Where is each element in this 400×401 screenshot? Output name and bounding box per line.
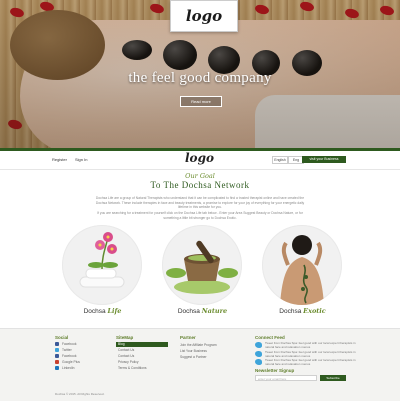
twitter-icon: [55, 348, 59, 352]
register-link[interactable]: Register: [52, 157, 67, 162]
footer-partner-title: Partner: [180, 335, 196, 340]
hero-logo[interactable]: logo: [170, 0, 238, 32]
sitemap-link[interactable]: Privacy Policy: [116, 360, 168, 365]
partner-link[interactable]: List Your Business: [180, 349, 207, 353]
subscribe-button[interactable]: Subscribe: [320, 375, 346, 381]
sitemap-link[interactable]: Contact Us: [116, 348, 168, 353]
intro-paragraph: If you are searching for a treatment for…: [97, 211, 303, 220]
footer-connect-title: Connect Feed: [255, 335, 285, 340]
feature-exotic-image[interactable]: [262, 225, 342, 305]
visit-business-button[interactable]: visit your Business: [302, 156, 346, 163]
feature-exotic-label[interactable]: Dochsa Exotic: [255, 307, 350, 315]
feature-nature-label[interactable]: Dochsa Nature: [155, 307, 250, 315]
hero-tagline: the feel good company: [128, 70, 272, 86]
feature-nature-image[interactable]: [162, 225, 242, 305]
twitter-bird-icon: [255, 359, 262, 365]
linkedin-icon: [55, 366, 59, 370]
feature-life[interactable]: Dochsa Life: [55, 225, 150, 320]
intro-paragraph: Dochsa Life are a group of Natural Thera…: [95, 196, 305, 210]
intro-title: To The Dochsa Network: [150, 180, 250, 190]
partner-link[interactable]: Suggest a Partner: [180, 355, 207, 359]
intro-subtitle: Our Goal: [185, 172, 215, 180]
facebook-icon: [55, 354, 59, 358]
partner-link[interactable]: Join the Affiliate Program: [180, 343, 217, 347]
sitemap-link[interactable]: Contact Us: [116, 354, 168, 359]
hero-banner: logo the feel good company Read more: [0, 0, 400, 148]
feature-life-label[interactable]: Dochsa Life: [55, 307, 150, 315]
tattoo-back-icon: [280, 235, 324, 305]
google-plus-icon: [55, 360, 59, 364]
sign-in-link[interactable]: Sign In: [75, 157, 87, 162]
sitemap-link-blog[interactable]: Blog: [116, 342, 168, 347]
feature-life-image[interactable]: [62, 225, 142, 305]
footer-social-title: Social: [55, 335, 69, 340]
copyright-text: Dochsa © 2015. All Rights Reserved.: [55, 392, 105, 396]
newsletter-title: Newsletter Signup: [255, 368, 295, 373]
twitter-bird-icon: [255, 351, 262, 357]
feature-exotic[interactable]: Dochsa Exotic: [255, 225, 350, 320]
twitter-bird-icon: [255, 342, 262, 348]
footer-sitemap-title: SiteMap: [116, 335, 134, 340]
top-navigation: Register Sign In logo English Eng visit …: [0, 148, 400, 170]
language-select[interactable]: English: [272, 156, 288, 164]
read-more-button[interactable]: Read more: [180, 96, 222, 107]
sitemap-link[interactable]: Terms & Conditions: [116, 366, 168, 371]
mortar-icon: [166, 240, 238, 294]
facebook-icon: [55, 342, 59, 346]
orchid-icon: [79, 232, 125, 288]
feature-nature[interactable]: Dochsa Nature: [155, 225, 250, 320]
newsletter-email-input[interactable]: enter your email here: [255, 375, 317, 381]
nav-logo[interactable]: logo: [185, 151, 214, 165]
